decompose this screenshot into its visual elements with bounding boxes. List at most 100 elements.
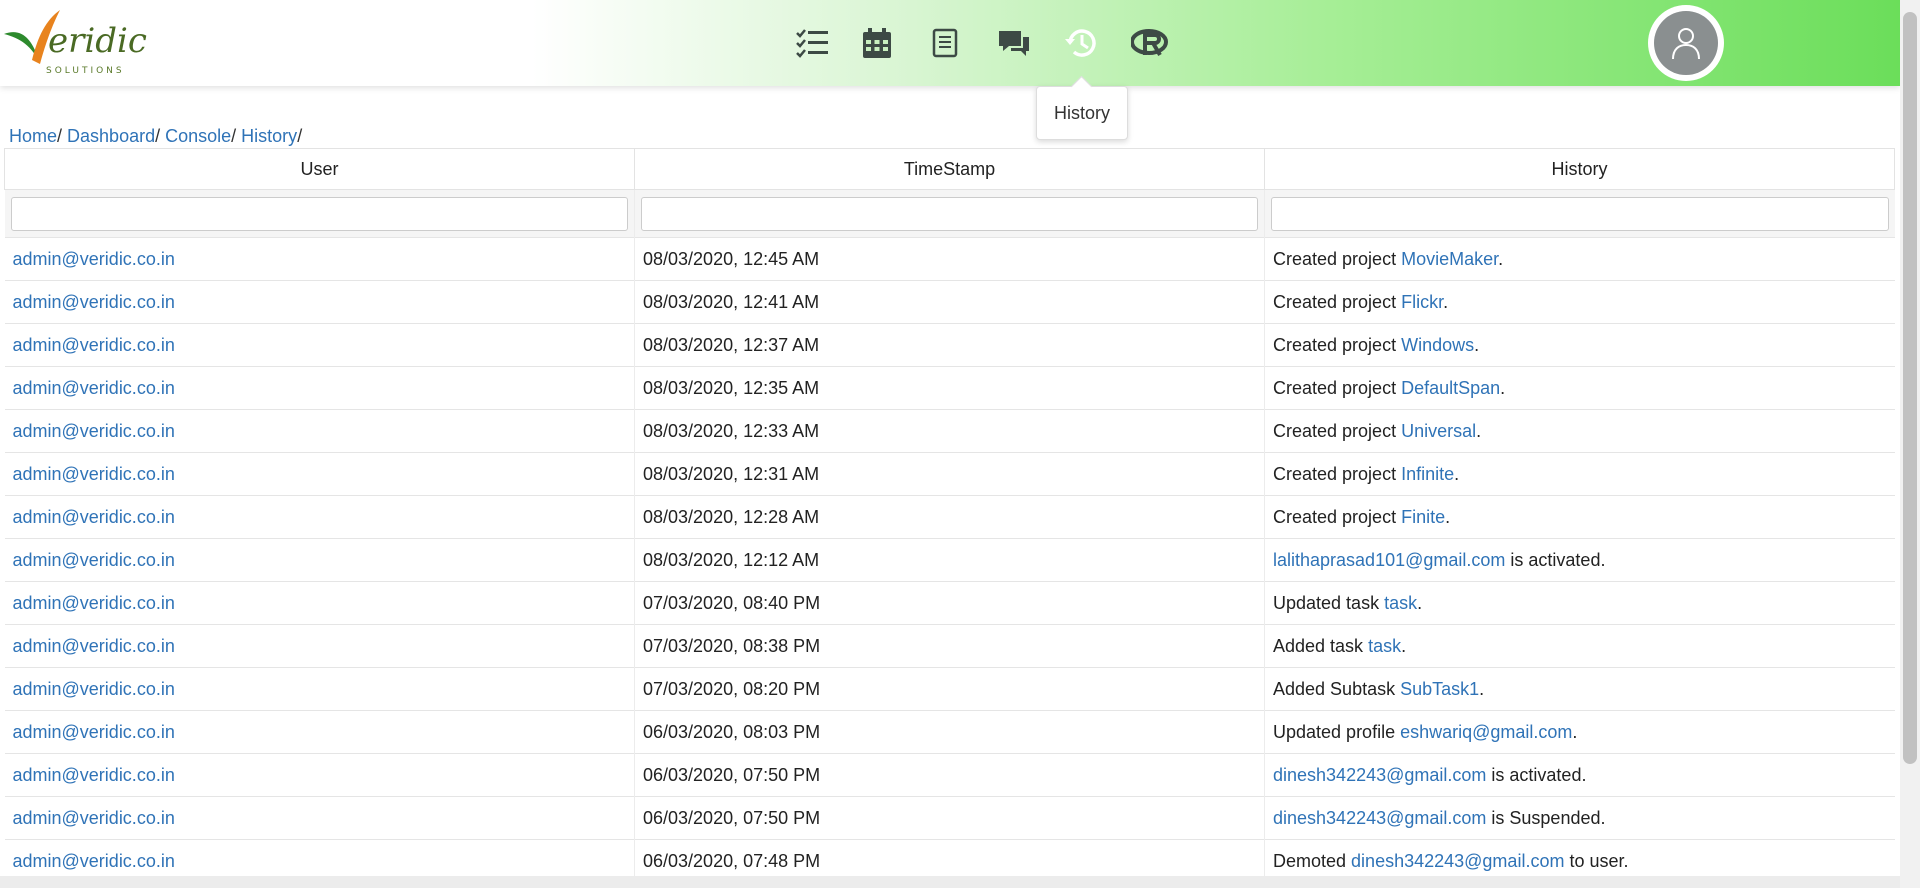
table-row: admin@veridic.co.in 06/03/2020, 07:50 PM d… (4, 796, 1895, 840)
history-icon[interactable] (1060, 18, 1104, 68)
history-text: Demoted (1273, 850, 1352, 871)
history-link[interactable]: lalithaprasad101@gmail.com (1273, 550, 1505, 570)
table-row: admin@veridic.co.in 08/03/2020, 12:41 AM C… (4, 280, 1895, 324)
tasks-list-icon[interactable] (790, 18, 834, 68)
user-link[interactable]: admin@veridic.co.in (13, 808, 175, 828)
history-link[interactable]: eshwariq@gmail.com (1400, 722, 1572, 742)
history-link[interactable]: task (1368, 636, 1401, 656)
timestamp-cell: 06/03/2020, 07:48 PM (643, 850, 821, 871)
history-text: Created project (1273, 463, 1402, 484)
breadcrumb: Home/ Dashboard/ Console/ History/ (9, 126, 303, 146)
user-link[interactable]: admin@veridic.co.in (13, 550, 175, 570)
column-header-timestamp[interactable]: TimeStamp (634, 148, 1265, 190)
user-link[interactable]: admin@veridic.co.in (13, 679, 175, 699)
history-link[interactable]: Infinite (1401, 464, 1454, 484)
history-table-container: User TimeStamp History admin@veridic.co.… (4, 148, 1895, 882)
history-table: User TimeStamp History admin@veridic.co.… (4, 148, 1895, 882)
timestamp-cell: 08/03/2020, 12:45 AM (643, 248, 820, 269)
user-link[interactable]: admin@veridic.co.in (13, 507, 175, 527)
history-text-suffix: . (1474, 334, 1480, 355)
table-row: admin@veridic.co.in 08/03/2020, 12:28 AM C… (4, 495, 1895, 539)
timestamp-cell: 07/03/2020, 08:40 PM (643, 592, 821, 613)
table-row: admin@veridic.co.in 08/03/2020, 12:31 AM C… (4, 452, 1895, 496)
svg-text:eridic: eridic (48, 21, 147, 61)
user-link[interactable]: admin@veridic.co.in (13, 249, 175, 269)
user-link[interactable]: admin@veridic.co.in (13, 722, 175, 742)
user-link[interactable]: admin@veridic.co.in (13, 765, 175, 785)
user-link[interactable]: admin@veridic.co.in (13, 593, 175, 613)
history-link[interactable]: dinesh342243@gmail.com (1273, 765, 1486, 785)
breadcrumb-home[interactable]: Home (9, 126, 57, 146)
history-text-suffix: is activated. (1486, 764, 1587, 785)
timestamp-cell: 06/03/2020, 07:50 PM (643, 807, 821, 828)
timestamp-cell: 08/03/2020, 12:31 AM (643, 463, 820, 484)
history-link[interactable]: Finite (1401, 507, 1445, 527)
veridic-logo[interactable]: eridic SOLUTIONS (2, 6, 152, 78)
user-filter-input[interactable] (10, 196, 628, 231)
scrollbar-thumb[interactable] (1903, 12, 1917, 764)
history-link[interactable]: Universal (1401, 421, 1476, 441)
user-link[interactable]: admin@veridic.co.in (13, 292, 175, 312)
history-text: Created project (1273, 506, 1402, 527)
top-navbar: eridic SOLUTIONS (0, 0, 1900, 86)
user-link[interactable]: admin@veridic.co.in (13, 851, 175, 871)
table-row: admin@veridic.co.in 08/03/2020, 12:33 AM C… (4, 409, 1895, 453)
breadcrumb-history[interactable]: History (241, 126, 297, 146)
timestamp-cell: 08/03/2020, 12:37 AM (643, 334, 820, 355)
history-text-suffix: . (1417, 592, 1423, 613)
history-text-suffix: . (1454, 463, 1460, 484)
timestamp-cell: 08/03/2020, 12:35 AM (643, 377, 820, 398)
history-link[interactable]: DefaultSpan (1401, 378, 1500, 398)
table-row: admin@veridic.co.in 07/03/2020, 08:40 PM U… (4, 581, 1895, 625)
timestamp-cell: 08/03/2020, 12:12 AM (643, 549, 820, 570)
user-link[interactable]: admin@veridic.co.in (13, 378, 175, 398)
table-row: admin@veridic.co.in 06/03/2020, 08:03 PM U… (4, 710, 1895, 754)
document-icon[interactable] (923, 18, 967, 68)
history-filter-input[interactable] (1271, 196, 1889, 231)
timestamp-cell: 08/03/2020, 12:33 AM (643, 420, 820, 441)
history-text-suffix: . (1572, 721, 1578, 742)
r-logo-icon[interactable] (1128, 18, 1172, 68)
history-link[interactable]: task (1384, 593, 1417, 613)
table-row: admin@veridic.co.in 08/03/2020, 12:45 AM C… (4, 237, 1895, 281)
chat-icon[interactable] (992, 18, 1036, 68)
calendar-icon[interactable] (855, 18, 899, 68)
history-link[interactable]: dinesh342243@gmail.com (1351, 851, 1564, 871)
timestamp-cell: 06/03/2020, 07:50 PM (643, 764, 821, 785)
horizontal-scrollbar[interactable] (0, 876, 1900, 888)
timestamp-cell: 07/03/2020, 08:20 PM (643, 678, 821, 699)
table-row: admin@veridic.co.in 07/03/2020, 08:38 PM A… (4, 624, 1895, 668)
history-link[interactable]: SubTask1 (1400, 679, 1479, 699)
column-header-history[interactable]: History (1264, 148, 1895, 190)
history-text: Added task (1273, 635, 1369, 656)
history-text: Created project (1273, 377, 1402, 398)
user-link[interactable]: admin@veridic.co.in (13, 335, 175, 355)
user-avatar[interactable] (1648, 5, 1724, 81)
timestamp-filter-input[interactable] (641, 196, 1258, 231)
history-text-suffix: is Suspended. (1486, 807, 1606, 828)
history-text-suffix: . (1443, 291, 1449, 312)
filter-row (4, 189, 1895, 238)
table-row: admin@veridic.co.in 08/03/2020, 12:12 AM l… (4, 538, 1895, 582)
history-text: Added Subtask (1273, 678, 1401, 699)
column-header-user[interactable]: User (4, 148, 635, 190)
user-link[interactable]: admin@veridic.co.in (13, 464, 175, 484)
user-link[interactable]: admin@veridic.co.in (13, 421, 175, 441)
breadcrumb-dashboard[interactable]: Dashboard (67, 126, 155, 146)
table-row: admin@veridic.co.in 08/03/2020, 12:37 AM C… (4, 323, 1895, 367)
vertical-scrollbar[interactable] (1900, 0, 1920, 888)
history-link[interactable]: Flickr (1401, 292, 1443, 312)
timestamp-cell: 06/03/2020, 08:03 PM (643, 721, 821, 742)
user-link[interactable]: admin@veridic.co.in (13, 636, 175, 656)
history-link[interactable]: Windows (1401, 335, 1474, 355)
user-icon (1654, 11, 1718, 75)
history-text: Updated task (1273, 592, 1385, 613)
svg-text:SOLUTIONS: SOLUTIONS (46, 66, 125, 76)
timestamp-cell: 07/03/2020, 08:38 PM (643, 635, 821, 656)
history-link[interactable]: dinesh342243@gmail.com (1273, 808, 1486, 828)
history-text: Created project (1273, 291, 1402, 312)
breadcrumb-console[interactable]: Console (165, 126, 231, 146)
timestamp-cell: 08/03/2020, 12:41 AM (643, 291, 820, 312)
history-text: Created project (1273, 248, 1402, 269)
history-link[interactable]: MovieMaker (1401, 249, 1498, 269)
